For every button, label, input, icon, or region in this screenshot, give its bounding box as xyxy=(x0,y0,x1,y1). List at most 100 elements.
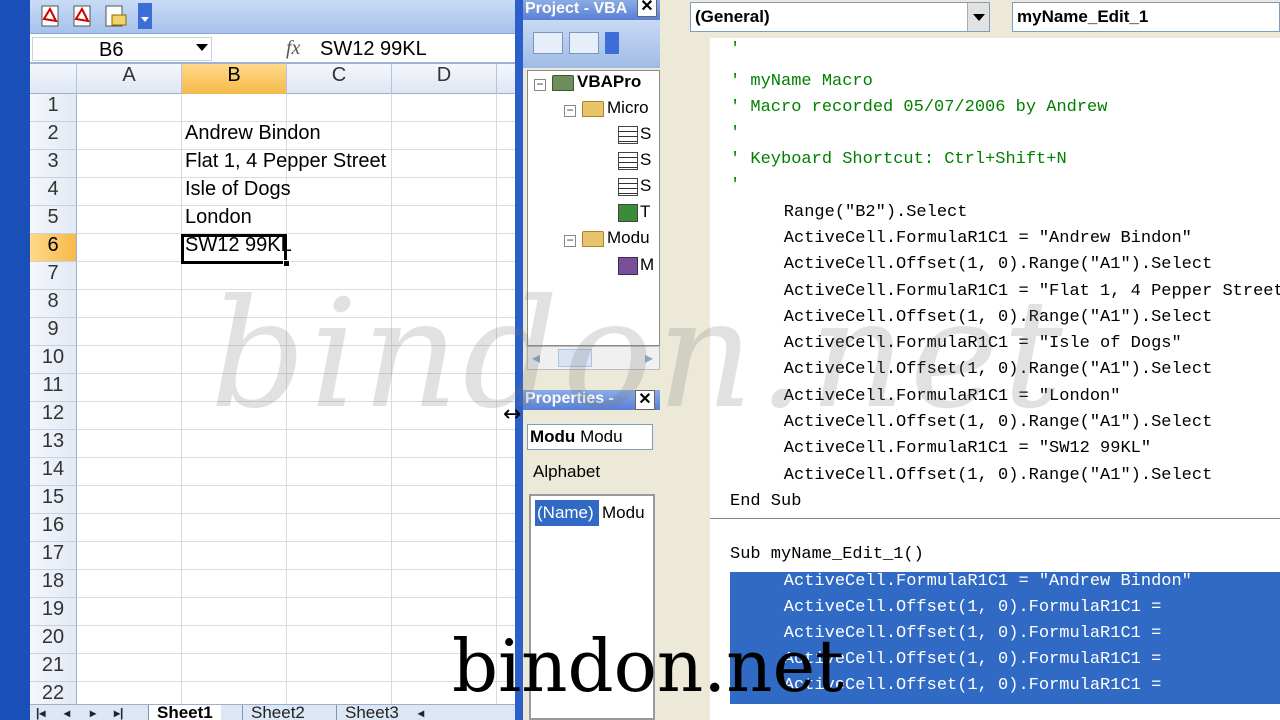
collapse-icon[interactable]: − xyxy=(534,78,546,91)
tree-item-sheet1[interactable]: S xyxy=(618,124,651,150)
row-header[interactable]: 7 xyxy=(30,262,77,290)
code-line[interactable]: ' xyxy=(730,40,740,66)
code-line[interactable]: ' xyxy=(730,124,740,150)
cell-b4[interactable]: Isle of Dogs xyxy=(185,178,291,206)
code-line[interactable]: ActiveCell.FormulaR1C1 = "Isle of Dogs" xyxy=(743,334,1182,360)
procedure-dropdown[interactable]: myName_Edit_1 xyxy=(1012,2,1280,32)
code-line-selected[interactable]: ActiveCell.FormulaR1C1 = "Andrew Bindon" xyxy=(743,572,1192,598)
property-value[interactable]: Modu xyxy=(599,500,651,526)
row-header[interactable]: 3 xyxy=(30,150,77,178)
code-line[interactable]: ' xyxy=(730,176,740,202)
scroll-left-icon[interactable]: ◂ xyxy=(532,348,540,368)
code-line-selected[interactable]: ActiveCell.Offset(1, 0).FormulaR1C1 = xyxy=(743,598,1171,624)
code-line[interactable]: Sub myName_Edit_1() xyxy=(730,545,924,571)
object-dropdown[interactable]: (General) xyxy=(690,2,990,32)
close-properties-icon[interactable]: ✕ xyxy=(635,390,655,410)
worksheet-grid[interactable]: A B C D 1 2 3 4 5 6 7 8 9 10 11 12 13 14… xyxy=(30,64,515,710)
tree-item-objects-folder[interactable]: Micro xyxy=(582,98,649,124)
row-header[interactable]: 9 xyxy=(30,318,77,346)
toolbar-options-icon[interactable] xyxy=(138,3,152,29)
row-header[interactable]: 1 xyxy=(30,94,77,122)
insert-function-icon[interactable]: fx xyxy=(286,37,300,60)
code-line[interactable]: ActiveCell.Offset(1, 0).Range("A1").Sele… xyxy=(743,308,1212,334)
tab-scroll-left-icon[interactable]: ◂ xyxy=(418,705,424,720)
cell-b3[interactable]: Flat 1, 4 Pepper Street xyxy=(185,150,386,178)
toggle-folders-icon[interactable] xyxy=(605,32,619,54)
row-header[interactable]: 10 xyxy=(30,346,77,374)
code-line-selected[interactable]: ActiveCell.Offset(1, 0).FormulaR1C1 = xyxy=(743,624,1171,650)
last-sheet-icon[interactable]: ▸| xyxy=(114,705,123,720)
close-project-icon[interactable]: ✕ xyxy=(637,0,657,17)
row-header[interactable]: 2 xyxy=(30,122,77,150)
row-header[interactable]: 16 xyxy=(30,514,77,542)
code-line[interactable]: ' myName Macro xyxy=(730,72,873,98)
row-header[interactable]: 17 xyxy=(30,542,77,570)
tab-sheet3[interactable]: Sheet3 xyxy=(336,705,398,720)
scroll-thumb[interactable] xyxy=(558,349,592,367)
code-line[interactable]: End Sub xyxy=(730,492,801,518)
pdf-icon[interactable] xyxy=(38,3,64,29)
row-header[interactable]: 15 xyxy=(30,486,77,514)
code-line[interactable]: ActiveCell.Offset(1, 0).Range("A1").Sele… xyxy=(743,413,1212,439)
row-header[interactable]: 21 xyxy=(30,654,77,682)
name-box[interactable]: B6 xyxy=(32,37,212,61)
code-line-selected[interactable]: ActiveCell.Offset(1, 0).FormulaR1C1 = xyxy=(743,650,1171,676)
tab-sheet1[interactable]: Sheet1 xyxy=(148,704,221,720)
collapse-icon[interactable]: − xyxy=(564,104,576,117)
row-header-active[interactable]: 6 xyxy=(30,234,77,262)
row-header[interactable]: 19 xyxy=(30,598,77,626)
tab-sheet2[interactable]: Sheet2 xyxy=(242,704,313,720)
row-header[interactable]: 5 xyxy=(30,206,77,234)
code-line[interactable]: Range("B2").Select xyxy=(743,203,968,229)
window-splitter[interactable] xyxy=(515,0,523,720)
view-object-icon[interactable] xyxy=(569,32,599,54)
scroll-right-icon[interactable]: ▸ xyxy=(645,348,653,368)
row-header[interactable]: 11 xyxy=(30,374,77,402)
code-line[interactable]: ActiveCell.FormulaR1C1 = "London" xyxy=(743,387,1121,413)
code-line[interactable]: ActiveCell.FormulaR1C1 = "Andrew Bindon" xyxy=(743,229,1192,255)
select-all-corner[interactable] xyxy=(30,64,77,94)
formula-input[interactable]: SW12 99KL xyxy=(320,38,427,61)
row-header[interactable]: 14 xyxy=(30,458,77,486)
tree-item-module1[interactable]: M xyxy=(618,255,654,281)
column-header-b[interactable]: B xyxy=(182,64,287,94)
column-header-d[interactable]: D xyxy=(392,64,497,94)
cell-area[interactable]: Andrew Bindon Flat 1, 4 Pepper Street Is… xyxy=(77,94,515,704)
project-tree-scrollbar[interactable]: ◂ ▸ xyxy=(527,346,660,370)
tree-item-modules-folder[interactable]: Modu xyxy=(582,228,650,254)
pdf-email-icon[interactable] xyxy=(102,3,128,29)
view-code-icon[interactable] xyxy=(533,32,563,54)
property-name[interactable]: (Name) xyxy=(535,500,599,526)
row-header[interactable]: 8 xyxy=(30,290,77,318)
cell-b2[interactable]: Andrew Bindon xyxy=(185,122,321,150)
properties-object-select[interactable]: Modu Modu xyxy=(527,424,653,450)
first-sheet-icon[interactable]: |◂ xyxy=(36,705,45,720)
column-header-a[interactable]: A xyxy=(77,64,182,94)
tab-alphabetic[interactable]: Alphabet xyxy=(533,462,600,482)
tree-item-thisworkbook[interactable]: T xyxy=(618,202,650,228)
code-line[interactable]: ActiveCell.Offset(1, 0).Range("A1").Sele… xyxy=(743,466,1212,492)
code-line[interactable]: ActiveCell.FormulaR1C1 = "Flat 1, 4 Pepp… xyxy=(743,282,1280,308)
chevron-down-icon[interactable] xyxy=(967,3,989,31)
row-header[interactable]: 13 xyxy=(30,430,77,458)
tree-item-sheet2[interactable]: S xyxy=(618,150,651,176)
code-line-selected[interactable]: ActiveCell.Offset(1, 0).FormulaR1C1 = xyxy=(743,676,1171,702)
code-line[interactable]: ' Macro recorded 05/07/2006 by Andrew xyxy=(730,98,1107,124)
code-line[interactable]: ActiveCell.FormulaR1C1 = "SW12 99KL" xyxy=(743,439,1151,465)
prev-sheet-icon[interactable]: ◂ xyxy=(64,705,70,720)
code-line[interactable]: ' Keyboard Shortcut: Ctrl+Shift+N xyxy=(730,150,1067,176)
column-header-c[interactable]: C xyxy=(287,64,392,94)
code-editor[interactable]: ' ' myName Macro ' Macro recorded 05/07/… xyxy=(710,38,1280,720)
tree-item-vbaproject[interactable]: VBAPro xyxy=(552,72,641,98)
pdf-export-icon[interactable] xyxy=(70,3,96,29)
row-header[interactable]: 20 xyxy=(30,626,77,654)
row-header[interactable]: 4 xyxy=(30,178,77,206)
code-line[interactable]: ActiveCell.Offset(1, 0).Range("A1").Sele… xyxy=(743,360,1212,386)
fill-handle[interactable] xyxy=(283,260,290,267)
next-sheet-icon[interactable]: ▸ xyxy=(90,705,96,720)
cell-b5[interactable]: London xyxy=(185,206,252,234)
code-line[interactable]: ActiveCell.Offset(1, 0).Range("A1").Sele… xyxy=(743,255,1212,281)
row-header[interactable]: 12 xyxy=(30,402,77,430)
name-box-dropdown-icon[interactable] xyxy=(196,44,208,51)
row-header[interactable]: 18 xyxy=(30,570,77,598)
